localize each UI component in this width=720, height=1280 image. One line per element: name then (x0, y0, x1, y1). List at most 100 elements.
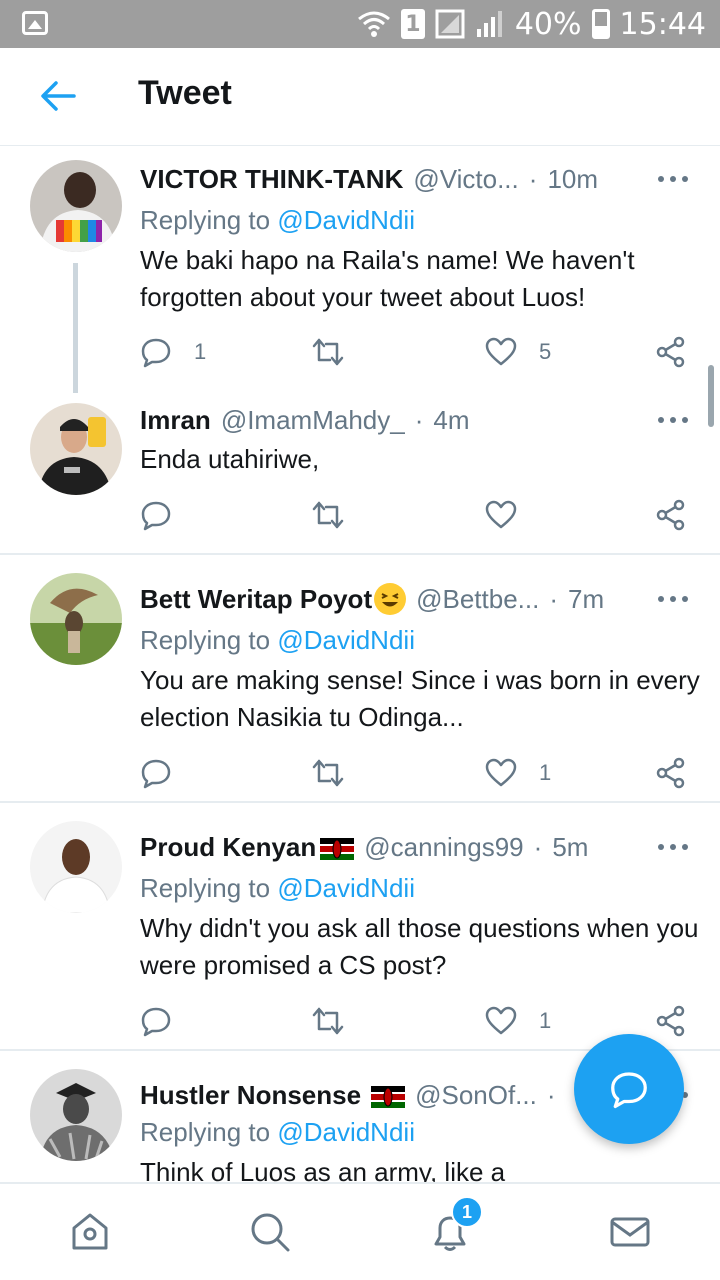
signal-strength-icon (476, 11, 502, 37)
separator-dot: · (549, 583, 559, 614)
status-bar: 1 40% 15:44 (0, 0, 720, 48)
tweet-header: Proud Kenyan @cannings99 · 5m (140, 827, 700, 867)
replying-label: Replying to (140, 1117, 271, 1147)
replying-label: Replying to (140, 205, 271, 235)
replying-to: Replying to @DavidNdii (140, 1117, 415, 1148)
tweet-item[interactable]: Proud Kenyan @cannings99 · 5m Replying t… (0, 803, 720, 1051)
replying-to: Replying to @DavidNdii (140, 205, 415, 236)
like-button[interactable]: 5 (485, 332, 551, 372)
thread-line (73, 263, 78, 393)
avatar[interactable] (30, 1069, 122, 1161)
like-button[interactable]: 1 (485, 1001, 551, 1041)
like-count: 1 (539, 1008, 552, 1033)
share-icon (656, 336, 685, 368)
gallery-notification-icon (22, 11, 48, 35)
battery-percent: 40% (514, 6, 582, 42)
sim-indicator: 1 (400, 9, 425, 39)
like-count: 1 (539, 760, 552, 785)
more-options-icon[interactable] (658, 832, 688, 862)
avatar[interactable] (30, 573, 122, 665)
retweet-button[interactable] (312, 495, 366, 535)
share-button[interactable] (655, 1001, 687, 1041)
separator-dot: · (533, 831, 543, 862)
heart-icon (485, 1006, 517, 1035)
reply-button[interactable] (140, 753, 194, 793)
tweet-actions: 1 5 (140, 332, 690, 372)
display-name[interactable]: VICTOR THINK-TANK (140, 164, 403, 195)
share-button[interactable] (655, 495, 687, 535)
bottom-navigation (0, 1182, 720, 1280)
reply-button[interactable] (140, 495, 194, 535)
messages-icon[interactable] (608, 1210, 652, 1254)
user-handle: @SonOf... (415, 1079, 537, 1110)
tweet-actions (140, 495, 690, 535)
display-name[interactable]: Bett Weritap Poyot (140, 584, 372, 615)
reply-bubble-icon (611, 1072, 647, 1109)
page-title: Tweet (138, 74, 232, 112)
timestamp: 4m (433, 404, 470, 435)
tweet-header: Imran @ImamMahdy_ · 4m (140, 400, 700, 440)
battery-icon (591, 9, 610, 39)
mention-link[interactable]: @DavidNdii (277, 1117, 415, 1147)
tweet-header: Bett Weritap Poyot @Bettbe... · 7m (140, 579, 700, 619)
scrollbar[interactable] (708, 365, 714, 427)
search-icon[interactable] (248, 1210, 292, 1254)
retweet-button[interactable] (312, 753, 366, 793)
reply-icon (141, 338, 171, 368)
kenya-flag-icon (320, 836, 355, 860)
share-icon (656, 1005, 685, 1037)
reply-icon (141, 1007, 171, 1037)
mention-link[interactable]: @DavidNdii (277, 873, 415, 903)
mention-link[interactable]: @DavidNdii (277, 205, 415, 235)
tweet-item[interactable]: VICTOR THINK-TANK @Victo... · 10m Replyi… (0, 147, 720, 393)
share-button[interactable] (655, 753, 687, 793)
laughing-emoji-icon (374, 583, 407, 615)
display-name[interactable]: Hustler Nonsense (140, 1080, 361, 1111)
more-options-icon[interactable] (658, 584, 688, 614)
user-handle: @Victo... (413, 163, 519, 194)
more-options-icon[interactable] (658, 405, 688, 435)
reply-feed[interactable]: VICTOR THINK-TANK @Victo... · 10m Replyi… (0, 147, 720, 1182)
share-icon (656, 757, 685, 789)
like-button[interactable] (485, 495, 539, 535)
avatar[interactable] (30, 403, 122, 495)
replying-label: Replying to (140, 873, 271, 903)
compose-reply-button[interactable] (574, 1034, 684, 1144)
more-options-icon[interactable] (658, 164, 688, 194)
tweet-header: VICTOR THINK-TANK @Victo... · 10m (140, 159, 700, 199)
reply-button[interactable] (140, 1001, 194, 1041)
mention-link[interactable]: @DavidNdii (277, 625, 415, 655)
retweet-icon (312, 338, 344, 366)
avatar[interactable] (30, 821, 122, 913)
separator-dot: · (414, 404, 424, 435)
tweet-text: You are making sense! Since i was born i… (140, 665, 700, 732)
heart-icon (485, 337, 517, 366)
kenya-flag-icon (371, 1084, 406, 1108)
retweet-icon (312, 1007, 344, 1035)
heart-icon (485, 758, 517, 787)
avatar[interactable] (30, 160, 122, 252)
timestamp: 7m (568, 583, 605, 614)
tweet-text: We baki hapo na Raila's name! We haven't… (140, 245, 635, 312)
separator-dot: · (546, 1079, 556, 1110)
user-handle: @cannings99 (364, 831, 524, 862)
home-icon[interactable] (68, 1210, 112, 1254)
tweet-item[interactable]: Imran @ImamMahdy_ · 4m Enda utahiriwe, (0, 390, 720, 555)
separator-dot: · (528, 163, 538, 194)
user-handle: @Bettbe... (416, 583, 540, 614)
like-count: 5 (539, 339, 552, 364)
back-arrow-icon[interactable] (38, 76, 78, 116)
retweet-button[interactable] (312, 1001, 366, 1041)
share-button[interactable] (655, 332, 687, 372)
share-icon (656, 499, 685, 531)
signal-box-icon (435, 9, 465, 39)
display-name[interactable]: Imran (140, 405, 211, 436)
top-app-bar: Tweet (0, 48, 720, 146)
replying-label: Replying to (140, 625, 271, 655)
reply-button[interactable]: 1 (140, 332, 206, 372)
like-button[interactable]: 1 (485, 753, 551, 793)
wifi-icon (357, 11, 390, 37)
display-name[interactable]: Proud Kenyan (140, 832, 316, 863)
retweet-button[interactable] (312, 332, 366, 372)
tweet-item[interactable]: Bett Weritap Poyot @Bettbe... · 7m Reply… (0, 555, 720, 803)
